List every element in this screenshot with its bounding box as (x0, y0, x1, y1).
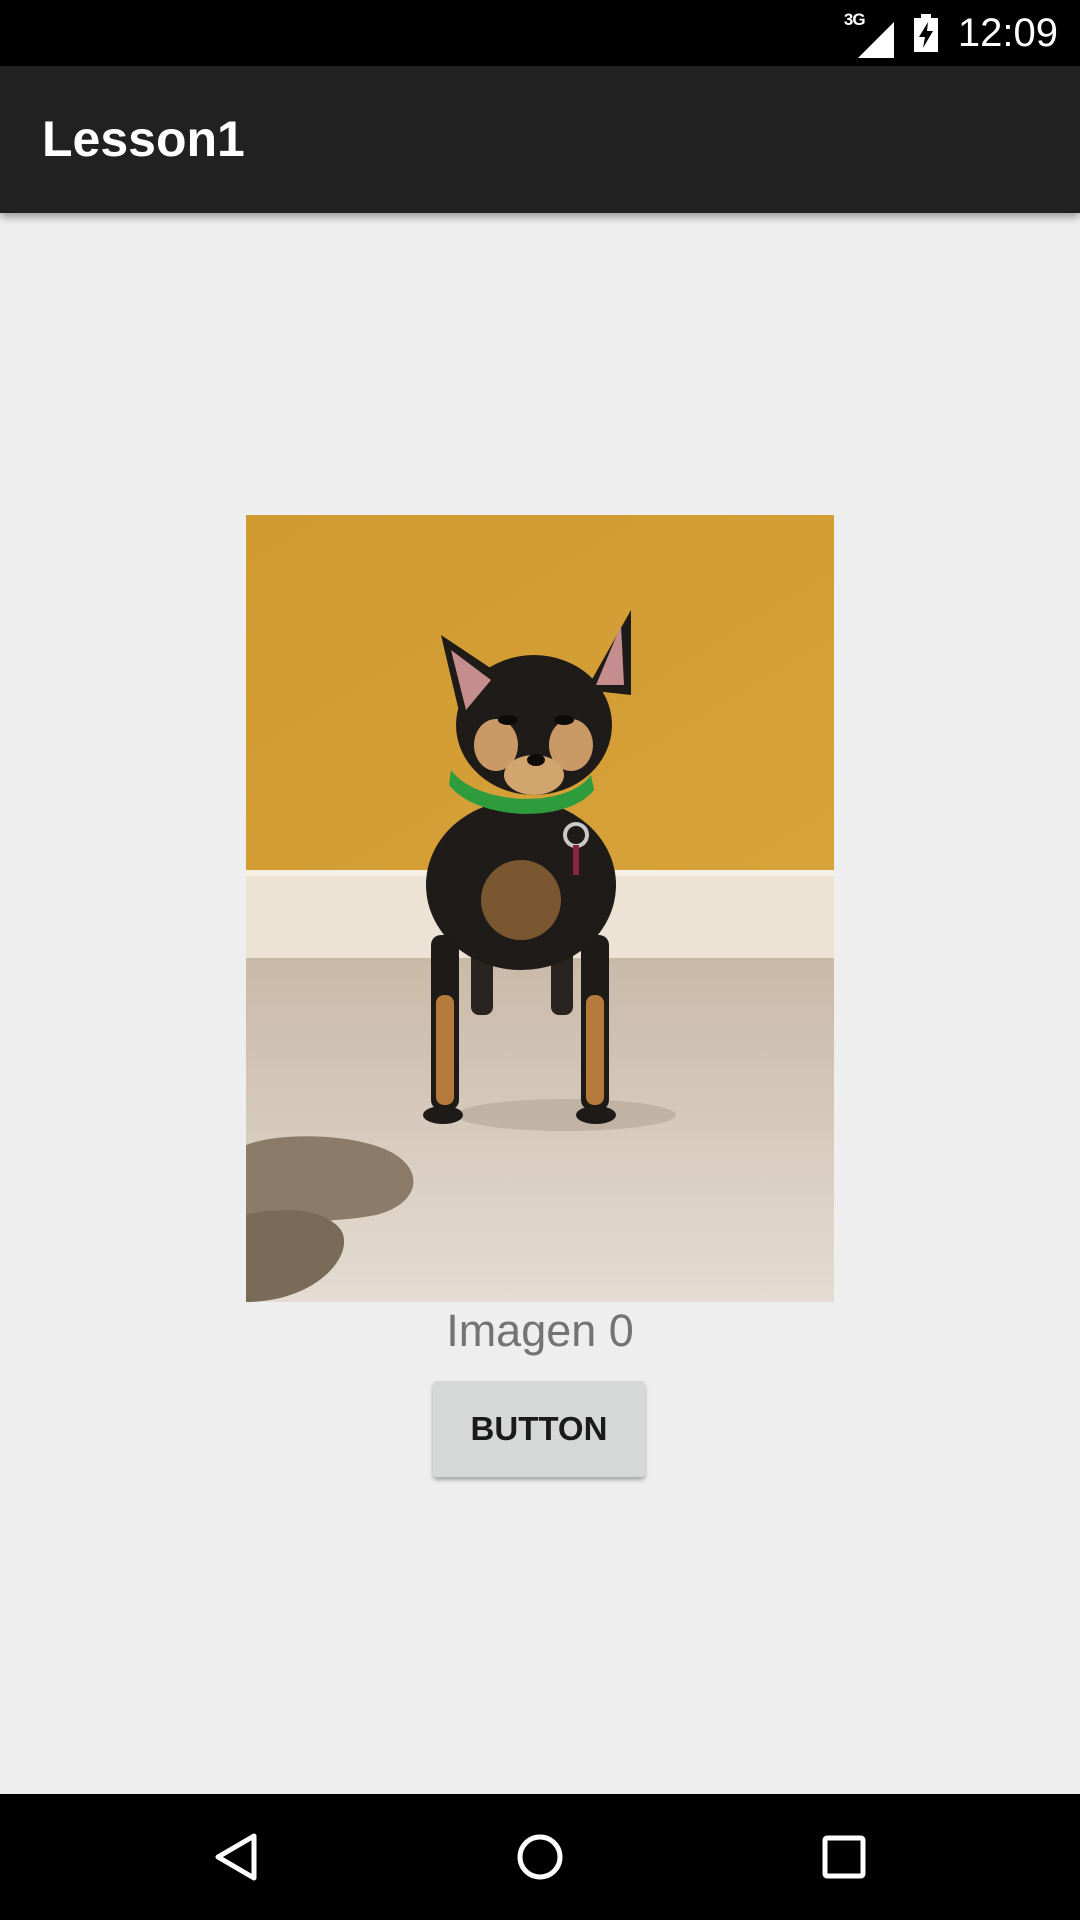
nav-recents-button[interactable] (764, 1794, 924, 1920)
navigation-bar (0, 1794, 1080, 1920)
app-screen: 3G 12:09 Lesson1 Imagen 0 BUTTON (0, 0, 1080, 1920)
dog-photo (246, 515, 834, 1302)
back-icon (215, 1833, 257, 1881)
recents-icon (822, 1835, 866, 1879)
clock: 12:09 (957, 10, 1058, 55)
app-title: Lesson1 (42, 111, 245, 167)
home-icon (517, 1834, 563, 1880)
image-caption: Imagen 0 (446, 1305, 634, 1356)
signal-icon (857, 22, 894, 58)
action-bar: Lesson1 (0, 66, 1080, 213)
status-icons: 3G 12:09 (844, 0, 1058, 66)
nav-home-button[interactable] (460, 1794, 620, 1920)
main-button[interactable]: BUTTON (433, 1381, 645, 1477)
status-bar: 3G 12:09 (0, 0, 1080, 66)
nav-back-button[interactable] (156, 1794, 316, 1920)
network-indicator: 3G (844, 8, 894, 58)
battery-charging-icon (913, 14, 938, 52)
